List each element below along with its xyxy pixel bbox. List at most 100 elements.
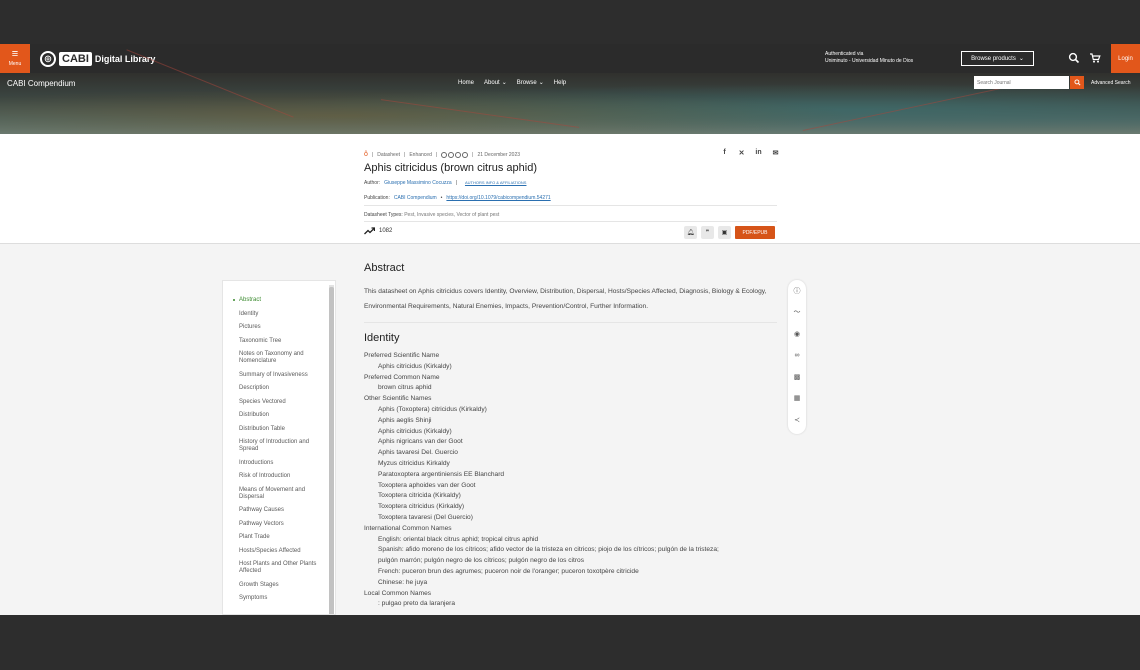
identity-entry: Chinese: he juya bbox=[378, 578, 428, 586]
table-icon[interactable]: ▦ bbox=[792, 393, 802, 403]
identity-entry: Toxoptera tavaresi (Del Guercio) bbox=[378, 513, 473, 521]
trending-up-icon bbox=[364, 227, 375, 235]
toc-item[interactable]: Pathway Vectors bbox=[233, 521, 323, 528]
cabi-globe-icon: ◎ bbox=[40, 50, 56, 67]
linkedin-icon[interactable]: in bbox=[754, 148, 763, 157]
toc-item[interactable]: Pictures bbox=[233, 324, 323, 331]
chevron-down-icon: ⌄ bbox=[501, 80, 507, 86]
toc-item[interactable]: Risk of Introduction bbox=[233, 473, 323, 480]
nav-browse-label: Browse bbox=[516, 79, 537, 86]
publication-label: Publication: bbox=[364, 195, 390, 201]
meta-separator: • bbox=[440, 195, 443, 201]
identity-entry: Aphis nigricans van der Goot bbox=[378, 438, 463, 446]
article-date: 21 December 2023 bbox=[477, 151, 521, 158]
journal-search-input[interactable] bbox=[974, 76, 1069, 89]
login-button[interactable]: Login bbox=[1111, 44, 1140, 73]
toc-item[interactable]: Means of Movement and Dispersal bbox=[233, 487, 323, 501]
share-icon[interactable]: ≺ bbox=[792, 415, 802, 425]
info-icon[interactable]: ⓘ bbox=[792, 286, 802, 296]
author-link[interactable]: Giuseppe Massimino Cocuzza bbox=[384, 180, 452, 186]
identity-entry: Toxoptera citricida (Kirkaldy) bbox=[378, 492, 461, 500]
datasheet-types-value: Pest, Invasive species, Vector of plant … bbox=[404, 212, 500, 218]
toc-item[interactable]: Growth Stages bbox=[233, 582, 323, 589]
image-icon[interactable]: ▩ bbox=[792, 372, 802, 382]
journal-banner: CABI Compendium Home About ⌄ Browse ⌄ Help… bbox=[0, 49, 1140, 134]
toc-item[interactable]: Species Vectored bbox=[233, 399, 323, 406]
datasheet-types-label: Datasheet Types: bbox=[364, 212, 403, 218]
advanced-search-link[interactable]: Advanced Search bbox=[1091, 80, 1130, 86]
toc-scrollbar[interactable] bbox=[329, 285, 334, 614]
eye-icon[interactable]: ◉ bbox=[792, 329, 802, 339]
metrics-trend-icon[interactable]: 〜 bbox=[792, 307, 802, 317]
nav-about[interactable]: About ⌄ bbox=[484, 79, 507, 87]
divider bbox=[364, 322, 777, 323]
toc-item[interactable]: Distribution bbox=[233, 412, 323, 419]
identity-category: Preferred Common Name bbox=[364, 373, 440, 381]
menu-label: Menu bbox=[8, 61, 22, 67]
hamburger-icon: ≡ bbox=[11, 48, 19, 60]
identity-entry: pulgón marrón; pulgón negro de los cítri… bbox=[378, 557, 584, 565]
author-line: Author: Giuseppe Massimino Cocuzza | AUT… bbox=[364, 180, 526, 186]
toc-item[interactable]: Summary of Invasiveness bbox=[233, 372, 323, 379]
toc-item[interactable]: Identity bbox=[233, 311, 323, 318]
browse-products-button[interactable]: Browse products ⌄ bbox=[961, 51, 1034, 66]
article-type: Datasheet bbox=[377, 151, 401, 158]
cite-quote-icon[interactable]: ❞ bbox=[701, 226, 714, 239]
toc-item[interactable]: Taxonomic Tree bbox=[233, 338, 323, 345]
toc-item[interactable]: History of Introduction and Spread bbox=[233, 439, 323, 453]
toc-item[interactable]: Notes on Taxonomy and Nomenclature bbox=[233, 351, 323, 365]
article-metrics[interactable]: 1082 bbox=[364, 227, 392, 235]
window-frame-bottom bbox=[0, 615, 1140, 670]
nav-browse[interactable]: Browse ⌄ bbox=[516, 79, 544, 87]
identity-category: International Common Names bbox=[364, 524, 452, 532]
toc-item[interactable]: Symptoms bbox=[233, 595, 323, 602]
identity-list: Preferred Scientific Name Aphis citricidu… bbox=[364, 351, 779, 610]
doi-link[interactable]: https://doi.org/10.1079/cabicompendium.5… bbox=[446, 195, 550, 201]
abstract-text: This datasheet on Aphis citricidus cover… bbox=[364, 288, 767, 310]
link-icon[interactable]: ∞ bbox=[792, 350, 802, 360]
author-label: Author: bbox=[364, 180, 381, 186]
toc-item[interactable]: Distribution Table bbox=[233, 426, 323, 433]
save-folder-icon[interactable]: ▣ bbox=[718, 226, 731, 239]
article-header: ô | Datasheet | Enhanced | | 21 December… bbox=[0, 134, 1140, 244]
creative-commons-license-icon[interactable] bbox=[441, 151, 469, 158]
pdf-epub-button[interactable]: PDF/EPUB bbox=[735, 226, 775, 239]
journal-nav: Home About ⌄ Browse ⌄ Help bbox=[458, 79, 566, 87]
toc-item[interactable]: Hosts/Species Affected bbox=[233, 548, 323, 555]
article-meta: ô | Datasheet | Enhanced | | 21 December… bbox=[364, 151, 520, 158]
search-icon[interactable] bbox=[1068, 52, 1080, 64]
publication-link[interactable]: CABI Compendium bbox=[394, 195, 437, 201]
alert-bell-icon[interactable]: 🔔︎ bbox=[684, 226, 697, 239]
banner-texture bbox=[380, 99, 580, 128]
toc-scrollbar-thumb[interactable] bbox=[329, 287, 334, 614]
twitter-icon[interactable]: ✕ bbox=[737, 148, 746, 157]
journal-title[interactable]: CABI Compendium bbox=[7, 79, 75, 88]
identity-entry: brown citrus aphid bbox=[378, 384, 432, 392]
toc-item[interactable]: Description bbox=[233, 385, 323, 392]
meta-separator: | bbox=[472, 151, 474, 158]
affiliations-link[interactable]: AUTHORS INFO & AFFILIATIONS bbox=[465, 180, 527, 186]
main-content: Abstract This datasheet on Aphis citrici… bbox=[364, 262, 779, 610]
cabi-logo[interactable]: ◎ CABI Digital Library bbox=[40, 50, 155, 67]
toc-item[interactable]: Abstract bbox=[233, 297, 323, 304]
email-icon[interactable]: ✉ bbox=[771, 148, 780, 157]
cart-icon[interactable] bbox=[1089, 52, 1101, 64]
journal-search-button[interactable] bbox=[1070, 76, 1084, 89]
publication-line: Publication: CABI Compendium • https://d… bbox=[364, 195, 551, 201]
window-frame-top bbox=[0, 0, 1140, 44]
identity-entry: Myzus citricidus Kirkaldy bbox=[378, 459, 450, 467]
toc-item[interactable]: Host Plants and Other Plants Affected bbox=[233, 561, 323, 575]
nav-home[interactable]: Home bbox=[458, 79, 474, 86]
facebook-icon[interactable]: f bbox=[720, 148, 729, 157]
share-links: f ✕ in ✉ bbox=[720, 148, 780, 157]
nav-help[interactable]: Help bbox=[554, 79, 566, 86]
auth-line-2: Uniminuto - Universidad Minuto de Dios bbox=[825, 58, 914, 64]
identity-entry: French: puceron brun des agrumes; pucero… bbox=[378, 567, 639, 575]
identity-entry: Aphis tavaresi Del. Guercio bbox=[378, 449, 458, 457]
authentication-info: Authenticated via Uniminuto - Universida… bbox=[825, 51, 913, 65]
menu-button[interactable]: ≡ Menu bbox=[0, 44, 30, 73]
toc-item[interactable]: Plant Trade bbox=[233, 534, 323, 541]
toc-item[interactable]: Introductions bbox=[233, 460, 323, 467]
toc-item[interactable]: Pathway Causes bbox=[233, 507, 323, 514]
identity-category: Other Scientific Names bbox=[364, 395, 432, 403]
